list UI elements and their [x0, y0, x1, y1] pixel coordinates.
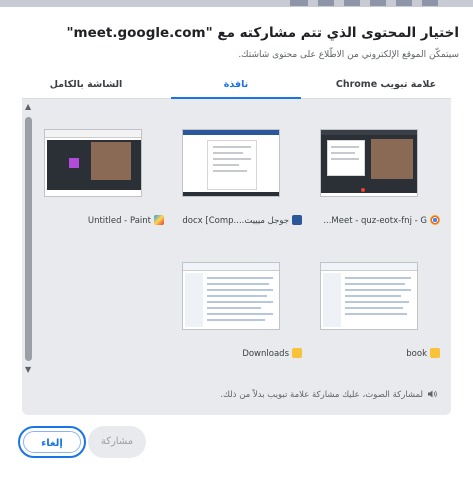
- tab-chrome-tab[interactable]: علامة تبويب Chrome: [321, 79, 451, 99]
- window-item-book[interactable]: book: [314, 262, 440, 362]
- window-item-meet[interactable]: Meet - quz-eotx-fnj - G...: [314, 129, 440, 229]
- dialog-subtitle: سيتمكّن الموقع الإلكتروني من الاطّلاع عل…: [238, 50, 459, 60]
- scroll-thumb[interactable]: [25, 117, 32, 361]
- window-thumbnail: [320, 262, 418, 330]
- window-label: Meet - quz-eotx-fnj - G...: [314, 215, 440, 226]
- scrollbar[interactable]: ▲ ▼: [22, 99, 36, 377]
- audio-share-note: لمشاركة الصوت، عليك مشاركة علامة تبويب ب…: [220, 389, 437, 400]
- folder-icon: [430, 348, 440, 358]
- window-thumbnail: [320, 129, 418, 197]
- window-item-paint[interactable]: Untitled - Paint: [38, 129, 164, 229]
- share-screen-dialog: اختيار المحتوى الذي تتم مشاركته مع "meet…: [0, 7, 473, 489]
- scroll-down-icon[interactable]: ▼: [25, 365, 31, 374]
- tab-entire-screen[interactable]: الشاشة بالكامل: [21, 79, 151, 99]
- window-thumbnail: [182, 129, 280, 197]
- window-thumbnail: [182, 262, 280, 330]
- window-thumbnail: [44, 129, 142, 197]
- share-button[interactable]: مشاركة: [88, 426, 146, 458]
- scroll-up-icon[interactable]: ▲: [25, 102, 31, 111]
- window-list-panel: ▲ ▼ Meet - quz-eotx-fnj - G... جوجل مييي…: [22, 99, 451, 415]
- window-item-word[interactable]: جوجل ميييت....docx [Comp: [176, 129, 302, 229]
- window-label: Downloads: [176, 348, 302, 359]
- folder-icon: [292, 348, 302, 358]
- background-strip: [0, 0, 473, 7]
- paint-icon: [154, 215, 164, 225]
- source-tabs: علامة تبويب Chrome نافذة الشاشة بالكامل: [22, 73, 451, 99]
- dialog-title: اختيار المحتوى الذي تتم مشاركته مع "meet…: [66, 25, 459, 41]
- window-item-downloads[interactable]: Downloads: [176, 262, 302, 362]
- window-label: جوجل ميييت....docx [Comp: [176, 215, 302, 226]
- chrome-icon: [430, 215, 440, 225]
- tab-window[interactable]: نافذة: [171, 79, 301, 99]
- window-label: Untitled - Paint: [38, 215, 164, 226]
- window-label: book: [314, 348, 440, 359]
- cancel-button[interactable]: إلغاء: [18, 426, 86, 458]
- speaker-icon: [428, 390, 437, 398]
- word-icon: [292, 215, 302, 225]
